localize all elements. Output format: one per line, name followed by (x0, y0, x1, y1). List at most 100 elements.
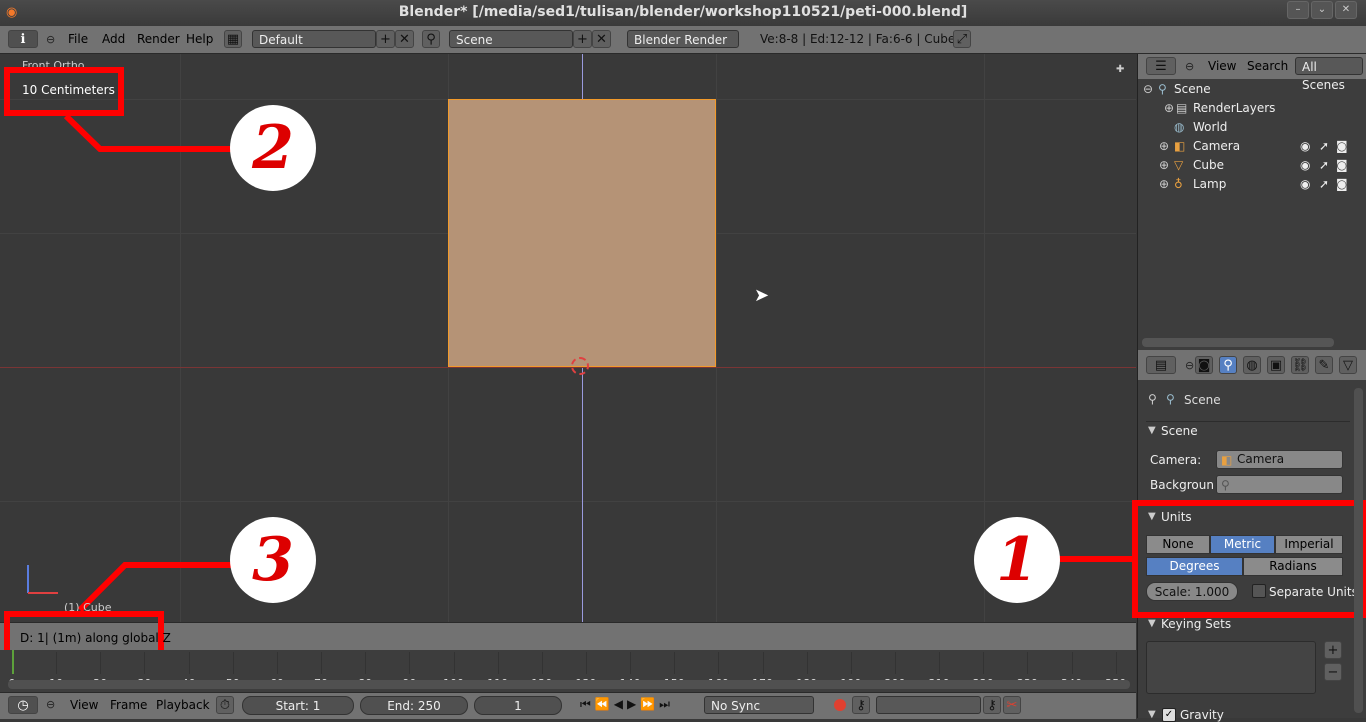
scene-icon[interactable]: ⚲ (422, 30, 440, 48)
collapse-menu-icon[interactable]: ⊖ (46, 698, 55, 711)
menu-add[interactable]: Add (102, 32, 125, 46)
selectable-cursor-icon[interactable]: ➚ (1319, 177, 1329, 191)
outliner-row-cube[interactable]: ⊕ ▽ Cube ◉ ➚ ◙ (1138, 157, 1366, 176)
breadcrumb: Scene (1184, 393, 1221, 407)
expand-icon[interactable]: ⊕ (1159, 177, 1169, 191)
3d-viewport[interactable]: ➤ Front Ortho ✚ 10 Centimeters 2 3 1 (1)… (0, 54, 1136, 622)
rotation-degrees-button[interactable]: Degrees (1146, 557, 1243, 576)
end-frame-field[interactable]: End: 250 (360, 696, 468, 715)
record-icon[interactable] (834, 699, 846, 711)
outliner-row-renderlayers[interactable]: ⊕ ▤ RenderLayers (1138, 100, 1366, 119)
start-frame-field[interactable]: Start: 1 (242, 696, 354, 715)
remove-scene-icon[interactable]: ✕ (592, 30, 611, 48)
data-tab-icon[interactable]: ▽ (1339, 356, 1357, 374)
add-scene-icon[interactable]: + (573, 30, 592, 48)
menu-file[interactable]: File (68, 32, 88, 46)
unit-scale-field[interactable]: Scale: 1.000 (1146, 582, 1238, 601)
world-tab-icon[interactable]: ◍ (1243, 356, 1261, 374)
selectable-cursor-icon[interactable]: ➚ (1319, 139, 1329, 153)
panel-expanded-icon[interactable]: ▼ (1148, 618, 1156, 629)
visibility-eye-icon[interactable]: ◉ (1300, 177, 1310, 191)
current-frame-marker[interactable] (12, 650, 14, 674)
collapse-menu-icon[interactable]: ⊖ (1185, 60, 1194, 73)
units-panel-title[interactable]: Units (1161, 510, 1192, 524)
render-camera-icon[interactable]: ◙ (1336, 158, 1348, 172)
selectable-cursor-icon[interactable]: ➚ (1319, 158, 1329, 172)
outliner-row-scene[interactable]: ⊖ ⚲ Scene (1138, 81, 1366, 100)
insert-keyframe-icon[interactable]: ⚷ (983, 696, 1001, 714)
keying-sets-list[interactable] (1146, 641, 1316, 694)
render-camera-icon[interactable]: ◙ (1336, 139, 1348, 153)
editor-type-outliner-icon[interactable]: ☰ (1146, 57, 1176, 75)
timeline[interactable]: 0102030405060708090100110120130140150160… (0, 650, 1136, 692)
keyframe-icon[interactable]: ⚷ (852, 696, 870, 714)
units-imperial-button[interactable]: Imperial (1275, 535, 1343, 554)
playback-controls[interactable]: ⏮⏪◀▶⏩⏭ (580, 697, 700, 715)
remove-keying-set-icon[interactable]: − (1324, 663, 1342, 681)
units-none-button[interactable]: None (1146, 535, 1210, 554)
collapse-menu-icon[interactable]: ⊖ (1185, 359, 1194, 372)
render-camera-icon[interactable]: ◙ (1336, 177, 1348, 191)
add-keying-set-icon[interactable]: + (1324, 641, 1342, 659)
keying-set-field[interactable] (876, 696, 981, 714)
scene-tab-icon[interactable]: ⚲ (1219, 356, 1237, 374)
editor-type-info-icon[interactable]: ℹ (8, 30, 38, 48)
expand-icon[interactable]: ⊕ (1159, 139, 1169, 153)
gravity-panel-title[interactable]: Gravity (1180, 708, 1224, 722)
collapse-menu-icon[interactable]: ⊖ (46, 33, 55, 46)
maximize-button[interactable]: ⌄ (1311, 1, 1333, 19)
editor-type-properties-icon[interactable]: ▤ (1146, 356, 1176, 374)
gravity-checkbox[interactable]: ✓ (1162, 708, 1176, 722)
panel-expanded-icon[interactable]: ▼ (1148, 511, 1156, 522)
menu-render[interactable]: Render (137, 32, 180, 46)
rotation-radians-button[interactable]: Radians (1243, 557, 1343, 576)
screen-layout-field[interactable]: Default (252, 30, 376, 48)
outliner-row-world[interactable]: ◍ World (1138, 119, 1366, 138)
camera-field[interactable]: ◧ Camera (1216, 450, 1343, 469)
current-frame-field[interactable]: 1 (474, 696, 562, 715)
menu-help[interactable]: Help (186, 32, 213, 46)
scene-field[interactable]: Scene (449, 30, 573, 48)
add-screen-icon[interactable]: + (376, 30, 395, 48)
panel-expanded-icon[interactable]: ▼ (1148, 425, 1156, 436)
timeline-scrollbar[interactable] (8, 680, 1130, 689)
timeline-tick-line (56, 652, 58, 674)
menu-playback[interactable]: Playback (156, 698, 210, 712)
editor-type-timeline-icon[interactable]: ◷ (8, 696, 38, 714)
sync-mode-select[interactable]: No Sync (704, 696, 814, 714)
minimize-button[interactable]: – (1287, 1, 1309, 19)
outliner-menu-search[interactable]: Search (1247, 59, 1288, 73)
properties-scrollbar[interactable] (1354, 388, 1363, 713)
expand-icon[interactable]: ⊕ (1159, 158, 1169, 172)
menu-view[interactable]: View (70, 698, 98, 712)
close-button[interactable]: ✕ (1335, 1, 1357, 19)
panel-expanded-icon[interactable]: ▼ (1148, 709, 1156, 720)
collapse-icon[interactable]: ⊖ (1143, 82, 1153, 96)
visibility-eye-icon[interactable]: ◉ (1300, 158, 1310, 172)
render-tab-icon[interactable]: ◙ (1195, 356, 1213, 374)
outliner-menu-view[interactable]: View (1208, 59, 1236, 73)
units-metric-button[interactable]: Metric (1210, 535, 1275, 554)
visibility-eye-icon[interactable]: ◉ (1300, 139, 1310, 153)
fullscreen-icon[interactable]: ⤢ (953, 30, 971, 48)
outliner-row-camera[interactable]: ⊕ ◧ Camera ◉ ➚ ◙ (1138, 138, 1366, 157)
modifiers-tab-icon[interactable]: ✎ (1315, 356, 1333, 374)
scene-panel-title[interactable]: Scene (1161, 424, 1198, 438)
object-tab-icon[interactable]: ▣ (1267, 356, 1285, 374)
render-engine-select[interactable]: Blender Render (627, 30, 739, 48)
menu-frame[interactable]: Frame (110, 698, 147, 712)
preview-range-icon[interactable]: ⏱ (216, 696, 234, 714)
remove-screen-icon[interactable]: ✕ (395, 30, 414, 48)
separate-units-checkbox[interactable] (1252, 584, 1266, 598)
screen-layout-icon[interactable]: ▦ (224, 30, 242, 48)
constraints-tab-icon[interactable]: ⛓ (1291, 356, 1309, 374)
outliner-filter-select[interactable]: All Scenes (1295, 57, 1363, 92)
outliner-row-lamp[interactable]: ⊕ ♁ Lamp ◉ ➚ ◙ (1138, 176, 1366, 195)
expand-icon[interactable]: ⊕ (1164, 101, 1174, 115)
outliner-scrollbar[interactable] (1142, 338, 1334, 347)
keying-sets-panel-title[interactable]: Keying Sets (1161, 617, 1231, 631)
background-field[interactable]: ⚲ (1216, 475, 1343, 494)
pin-icon[interactable]: ⚲ (1148, 392, 1157, 406)
timeline-tick-line (453, 652, 455, 674)
delete-keyframe-icon[interactable]: ✂ (1003, 696, 1021, 714)
